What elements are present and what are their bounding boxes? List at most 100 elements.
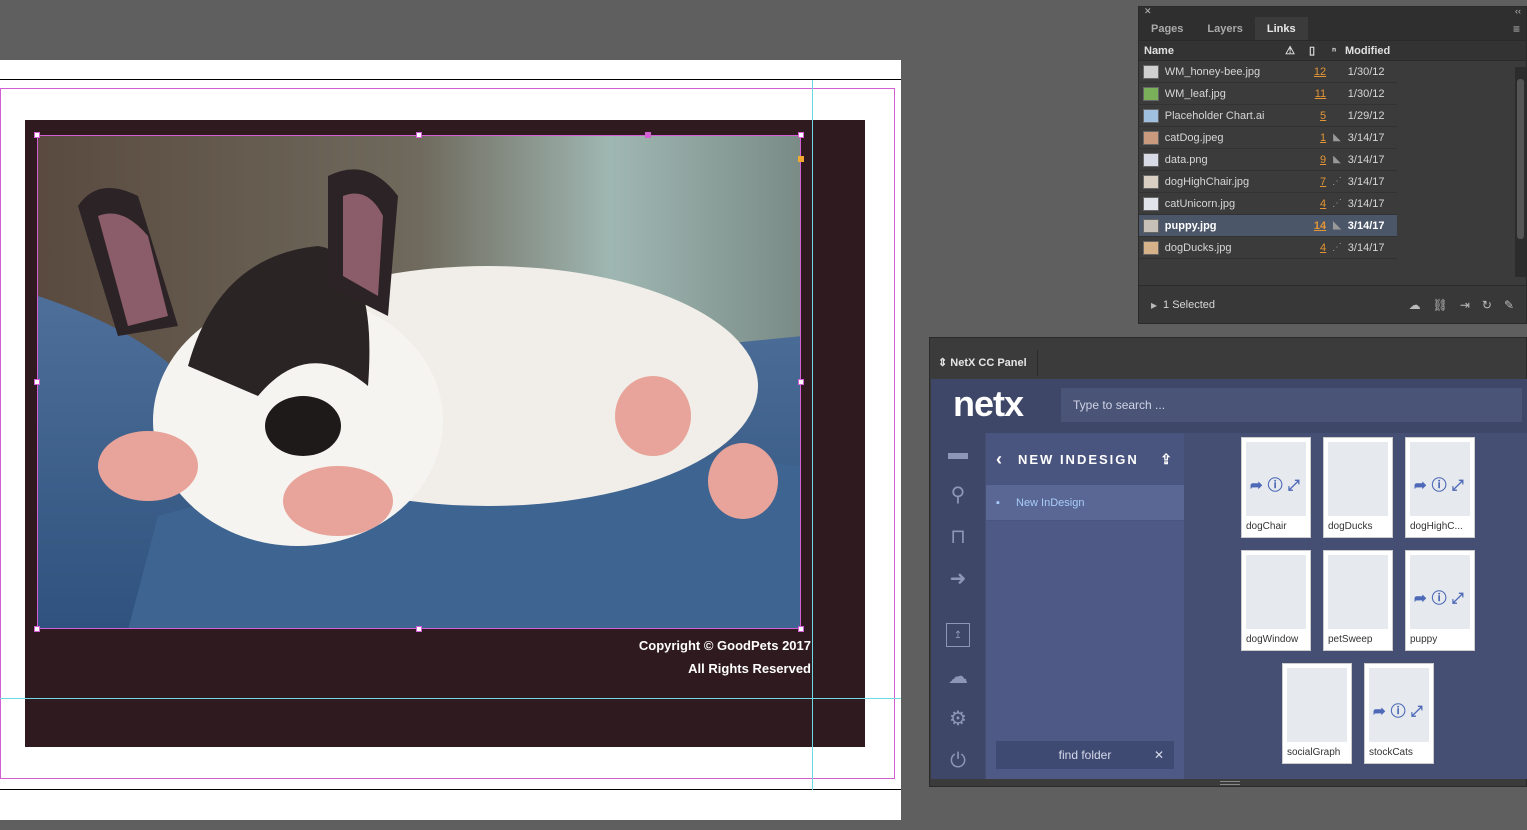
link-thumbnail [1143, 218, 1159, 233]
link-row[interactable]: Placeholder Chart.ai 5 1/29/12 [1139, 105, 1397, 127]
link-thumbnail [1143, 108, 1159, 123]
link-row[interactable]: catUnicorn.jpg 4 ⋰ 3/14/17 [1139, 193, 1397, 215]
resize-grip[interactable] [1220, 781, 1240, 785]
folder-item[interactable]: ▪ New InDesign [986, 485, 1184, 521]
link-row[interactable]: WM_leaf.jpg 11 1/30/12 [1139, 83, 1397, 105]
vertical-scrollbar[interactable] [1515, 67, 1526, 277]
asset-actions-icon[interactable]: ➦ⓘ⤢ [1414, 587, 1469, 608]
asset-card[interactable]: dogDucks [1323, 437, 1393, 538]
settings-icon[interactable]: ⚙ [946, 707, 970, 731]
search-input[interactable] [1061, 388, 1522, 422]
selection-handle[interactable] [798, 626, 804, 632]
update-link-icon[interactable]: ↻ [1482, 298, 1492, 312]
copyright-text[interactable]: Copyright © GoodPets 2017 [639, 638, 811, 653]
link-page-number[interactable]: 14 [1299, 220, 1326, 232]
goto-link-icon[interactable]: ⇥ [1460, 298, 1470, 312]
link-name: data.png [1164, 153, 1208, 166]
asset-actions-icon[interactable]: ➦ⓘ⤢ [1250, 474, 1305, 495]
link-thumbnail [1143, 130, 1159, 145]
link-modified-date: 1/30/12 [1347, 65, 1385, 78]
close-icon[interactable]: ✕ [1144, 6, 1152, 17]
asset-card[interactable]: socialGraph [1282, 663, 1352, 764]
resolution-indicator-icon: ◣ [1333, 154, 1341, 165]
margin-line [0, 789, 901, 790]
netx-logo: netx [953, 383, 1024, 424]
asset-label: puppy [1410, 634, 1438, 645]
link-name: WM_honey-bee.jpg [1164, 65, 1261, 78]
expand-triangle-icon[interactable]: ▸ [1151, 298, 1157, 312]
clear-icon[interactable]: ✕ [1154, 741, 1164, 769]
cloud-upload-icon[interactable]: ☁ [946, 665, 970, 689]
warning-icon[interactable]: ⚠ [1279, 44, 1301, 57]
link-row[interactable]: data.png 9 ◣ 3/14/17 [1139, 149, 1397, 171]
asset-thumbnail [1246, 555, 1306, 629]
asset-card[interactable]: ➦ⓘ⤢ dogChair [1241, 437, 1311, 538]
back-chevron-icon[interactable]: ‹ [996, 449, 1004, 470]
column-name[interactable]: Name [1139, 45, 1279, 57]
cloud-link-icon[interactable]: ☁ [1409, 298, 1421, 312]
link-page-number[interactable]: 9 [1299, 154, 1326, 166]
link-page-number[interactable]: 5 [1299, 110, 1326, 122]
selection-handle[interactable] [416, 626, 422, 632]
asset-card[interactable]: ➦ⓘ⤢ dogHighC... [1405, 437, 1475, 538]
link-modified-date: 3/14/17 [1347, 219, 1385, 232]
asset-actions-icon[interactable]: ➦ⓘ⤢ [1414, 474, 1469, 495]
selection-handle[interactable] [34, 626, 40, 632]
tab-netx[interactable]: ⇕ NetX CC Panel [930, 350, 1038, 376]
selection-handle[interactable] [416, 132, 422, 138]
export-icon[interactable]: ➜ [946, 567, 970, 591]
link-row[interactable]: WM_honey-bee.jpg 12 1/30/12 [1139, 61, 1397, 83]
asset-card[interactable]: ➦ⓘ⤢ puppy [1405, 550, 1475, 651]
page-icon[interactable]: ▯ [1301, 44, 1323, 57]
selection-handle[interactable] [645, 132, 651, 138]
link-row[interactable]: dogHighChair.jpg 7 ⋰ 3/14/17 [1139, 171, 1397, 193]
selection-handle[interactable] [798, 132, 804, 138]
collapse-icon[interactable]: ‹‹ [1515, 6, 1521, 16]
link-page-number[interactable]: 4 [1299, 198, 1326, 210]
link-thumbnail [1143, 240, 1159, 255]
netx-header: netx [931, 379, 1527, 433]
asset-card[interactable]: ➦ⓘ⤢ stockCats [1364, 663, 1434, 764]
tab-links[interactable]: Links [1254, 17, 1308, 40]
folder-header: ‹ NEW INDESIGN ⇪ [986, 433, 1184, 485]
netx-tab-title: NetX CC Panel [950, 357, 1027, 369]
folder-title: NEW INDESIGN [1018, 451, 1139, 467]
link-page-number[interactable]: 1 [1299, 132, 1326, 144]
link-page-number[interactable]: 4 [1299, 242, 1326, 254]
selection-handle[interactable] [798, 379, 804, 385]
resolution-icon[interactable]: ⁿ [1323, 45, 1345, 57]
edit-original-icon[interactable]: ✎ [1504, 298, 1514, 312]
selection-handle[interactable] [34, 132, 40, 138]
link-page-number[interactable]: 12 [1299, 66, 1326, 78]
puppy-image-frame[interactable] [37, 135, 801, 629]
asset-label: dogHighC... [1410, 521, 1463, 532]
column-modified[interactable]: Modified [1345, 45, 1390, 57]
asset-actions-icon[interactable]: ➦ⓘ⤢ [1373, 700, 1428, 721]
live-corner-handle[interactable] [798, 156, 804, 162]
power-icon[interactable]: ⏻ [946, 749, 970, 773]
find-folder-field[interactable]: find folder ✕ [996, 741, 1174, 769]
ruler-guide-horizontal[interactable] [0, 698, 901, 699]
link-row[interactable]: dogDucks.jpg 4 ⋰ 3/14/17 [1139, 237, 1397, 259]
link-modified-date: 3/14/17 [1347, 131, 1385, 144]
folder-icon[interactable]: ▬ [946, 441, 970, 465]
csv-upload-icon[interactable]: ↥ [946, 623, 970, 647]
relink-icon[interactable]: ⛓ [1433, 298, 1448, 312]
panel-menu-icon[interactable]: ≡ [1507, 17, 1526, 40]
ruler-guide-vertical[interactable] [812, 80, 813, 790]
rights-text[interactable]: All Rights Reserved [688, 661, 811, 676]
links-header: Name ⚠ ▯ ⁿ Modified [1139, 41, 1526, 61]
link-page-number[interactable]: 11 [1299, 88, 1326, 100]
asset-card[interactable]: dogWindow [1241, 550, 1311, 651]
tab-pages[interactable]: Pages [1139, 17, 1195, 40]
link-row[interactable]: puppy.jpg 14 ◣ 3/14/17 [1139, 215, 1397, 237]
asset-card[interactable]: petSweep [1323, 550, 1393, 651]
selection-handle[interactable] [34, 379, 40, 385]
tab-layers[interactable]: Layers [1195, 17, 1254, 40]
link-row[interactable]: catDog.jpeg 1 ◣ 3/14/17 [1139, 127, 1397, 149]
search-icon[interactable]: ⚲ [946, 483, 970, 507]
link-page-number[interactable]: 7 [1299, 176, 1326, 188]
upload-folder-icon[interactable]: ⇪ [1160, 451, 1174, 468]
inbox-icon[interactable]: ⊓ [946, 525, 970, 549]
folder-item-label: New InDesign [1016, 497, 1085, 509]
